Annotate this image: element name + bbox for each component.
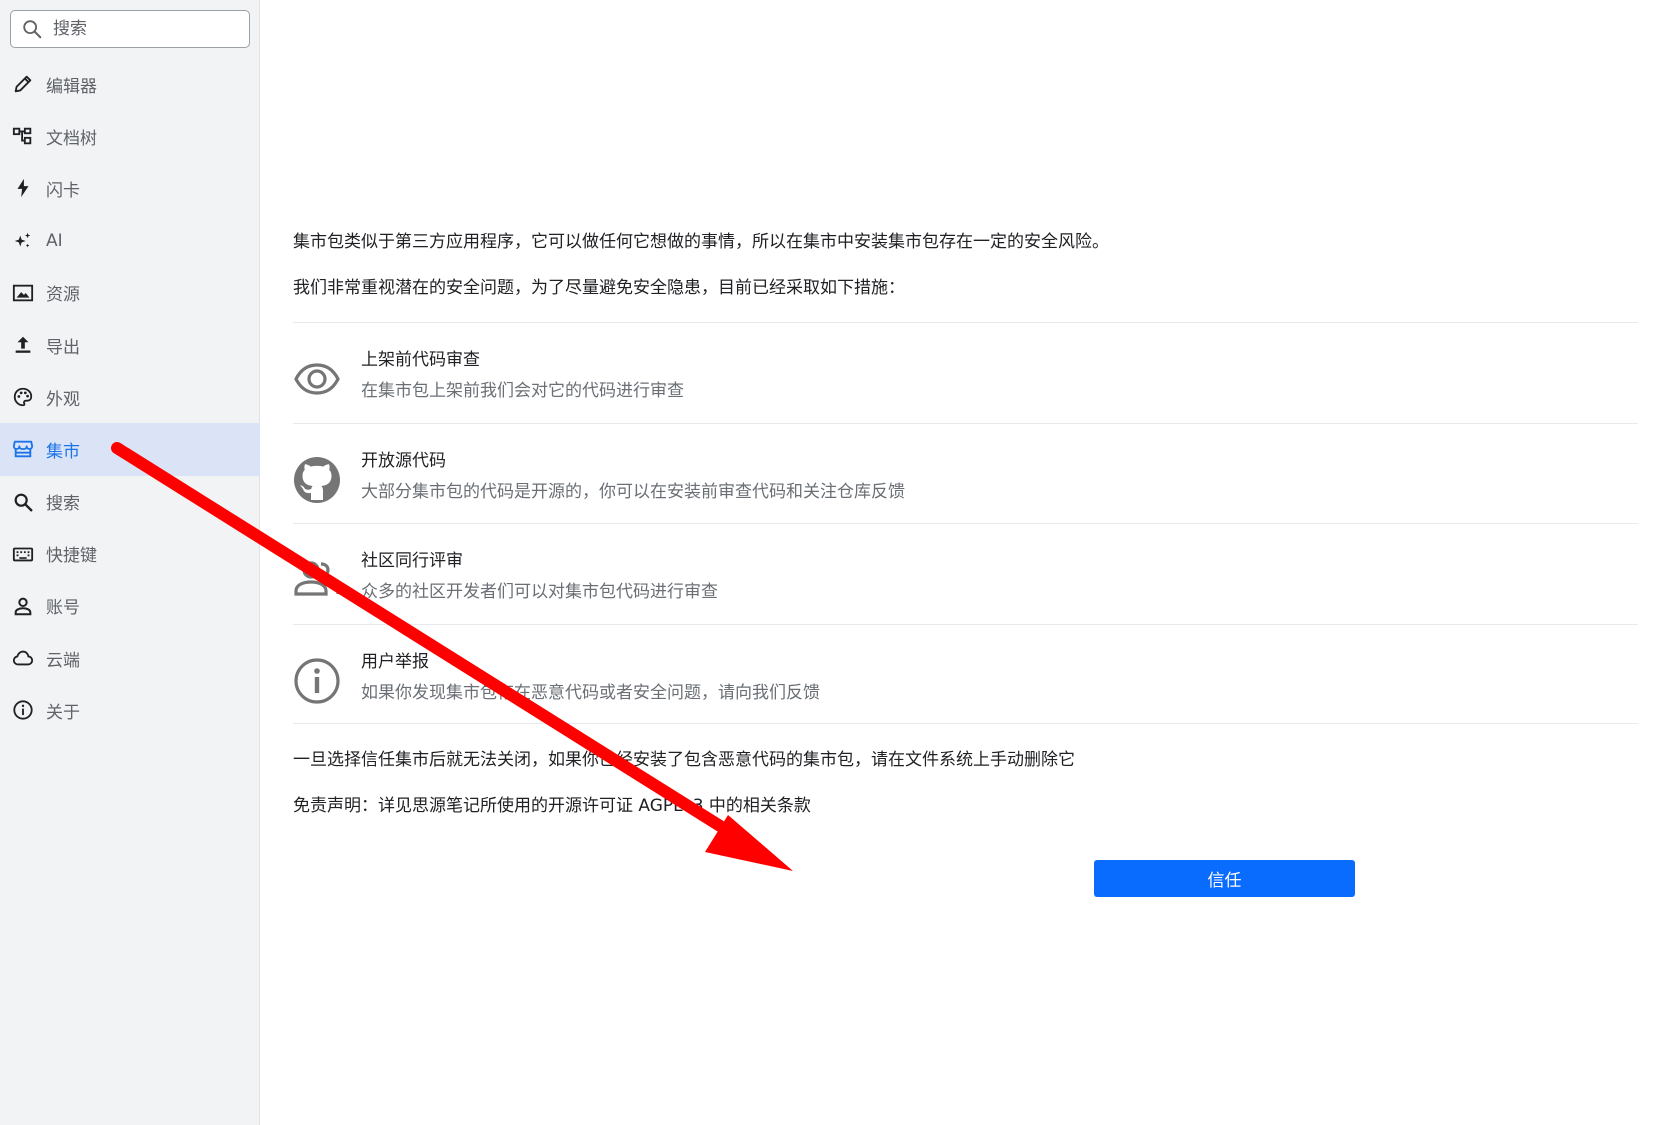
sidebar-item-about[interactable]: 关于 — [0, 684, 260, 736]
upload-icon — [11, 333, 35, 357]
sidebar-item-label: 快捷键 — [46, 546, 97, 567]
search-icon — [23, 20, 42, 39]
store-icon — [11, 437, 35, 461]
sidebar-item-label: 搜索 — [46, 494, 80, 515]
sidebar-item-export[interactable]: 导出 — [0, 319, 260, 371]
sidebar-item-label: 资源 — [46, 285, 80, 306]
feature-description: 在集市包上架前我们会对它的代码进行审查 — [361, 381, 684, 401]
sidebar-item-label: 关于 — [46, 702, 80, 723]
community-icon — [293, 556, 341, 604]
sidebar-item-assets[interactable]: 资源 — [0, 267, 260, 319]
sidebar-item-label: 导出 — [46, 337, 80, 358]
disclaimer-text: 免责声明：详见思源笔记所使用的开源许可证 AGPLv3 中的相关条款 — [293, 796, 811, 816]
keyboard-icon — [11, 542, 35, 566]
list-item: 开放源代码 大部分集市包的代码是开源的，你可以在安装前审查代码和关注仓库反馈 — [293, 422, 1638, 524]
info-icon — [293, 657, 341, 705]
sidebar-item-cloud[interactable]: 云端 — [0, 632, 260, 684]
github-icon — [293, 456, 341, 504]
image-icon — [11, 281, 35, 305]
feature-title: 用户举报 — [361, 651, 429, 672]
trust-button[interactable]: 信任 — [1094, 860, 1355, 897]
sidebar-item-doc-tree[interactable]: 文档树 — [0, 110, 260, 162]
sidebar-item-label: 闪卡 — [46, 180, 80, 201]
sidebar-item-label: 云端 — [46, 650, 80, 671]
sparkle-icon — [11, 229, 35, 253]
sidebar-item-keymap[interactable]: 快捷键 — [0, 528, 260, 580]
feature-description: 大部分集市包的代码是开源的，你可以在安装前审查代码和关注仓库反馈 — [361, 481, 905, 502]
search-icon — [11, 490, 35, 514]
sidebar-item-account[interactable]: 账号 — [0, 580, 260, 632]
sidebar-item-label: 编辑器 — [46, 76, 97, 97]
sidebar-item-bazaar[interactable]: 集市 — [0, 423, 260, 476]
search-box[interactable] — [10, 10, 250, 48]
sidebar-item-label: AI — [46, 230, 63, 251]
settings-sidebar: 编辑器 文档树 闪卡 AI — [0, 0, 260, 1125]
settings-window: 编辑器 文档树 闪卡 AI — [0, 0, 1670, 1125]
eye-icon — [293, 355, 341, 403]
sidebar-item-ai[interactable]: AI — [0, 215, 260, 267]
sidebar-item-editor[interactable]: 编辑器 — [0, 58, 260, 110]
sidebar-item-appearance[interactable]: 外观 — [0, 371, 260, 423]
measures-intro-text: 我们非常重视潜在的安全问题，为了尽量避免安全隐患，目前已经采取如下措施： — [293, 278, 905, 298]
tree-icon — [11, 124, 35, 148]
cloud-icon — [11, 646, 35, 670]
search-input[interactable] — [53, 19, 233, 39]
palette-icon — [11, 385, 35, 409]
sidebar-item-label: 外观 — [46, 389, 80, 410]
list-item: 上架前代码审查 在集市包上架前我们会对它的代码进行审查 — [293, 322, 1638, 423]
list-item: 用户举报 如果你发现集市包存在恶意代码或者安全问题，请向我们反馈 — [293, 623, 1638, 724]
sidebar-item-search[interactable]: 搜索 — [0, 476, 260, 528]
sidebar-item-flashcard[interactable]: 闪卡 — [0, 162, 260, 214]
list-item: 社区同行评审 众多的社区开发者们可以对集市包代码进行审查 — [293, 523, 1638, 624]
security-measures-list: 上架前代码审查 在集市包上架前我们会对它的代码进行审查 开放源代码 大部分集市包… — [293, 322, 1638, 724]
pencil-icon — [11, 72, 35, 96]
settings-nav: 编辑器 文档树 闪卡 AI 资源 导出 外观 集市 搜索 快捷键 账号 云端 关… — [0, 58, 260, 736]
info-icon — [11, 698, 35, 722]
warning-text: 一旦选择信任集市后就无法关闭，如果你已经安装了包含恶意代码的集市包，请在文件系统… — [293, 750, 1075, 770]
feature-title: 开放源代码 — [361, 450, 446, 471]
user-icon — [11, 594, 35, 618]
lightning-icon — [11, 176, 35, 200]
feature-title: 社区同行评审 — [361, 551, 463, 571]
bazaar-trust-panel: 集市包类似于第三方应用程序，它可以做任何它想做的事情，所以在集市中安装集市包存在… — [260, 0, 1670, 1125]
sidebar-item-label: 集市 — [46, 441, 80, 462]
feature-description: 如果你发现集市包存在恶意代码或者安全问题，请向我们反馈 — [361, 682, 820, 703]
sidebar-item-label: 文档树 — [46, 128, 97, 149]
sidebar-item-label: 账号 — [46, 598, 80, 619]
feature-title: 上架前代码审查 — [361, 350, 480, 370]
feature-description: 众多的社区开发者们可以对集市包代码进行审查 — [361, 582, 718, 602]
intro-text: 集市包类似于第三方应用程序，它可以做任何它想做的事情，所以在集市中安装集市包存在… — [293, 232, 1109, 252]
